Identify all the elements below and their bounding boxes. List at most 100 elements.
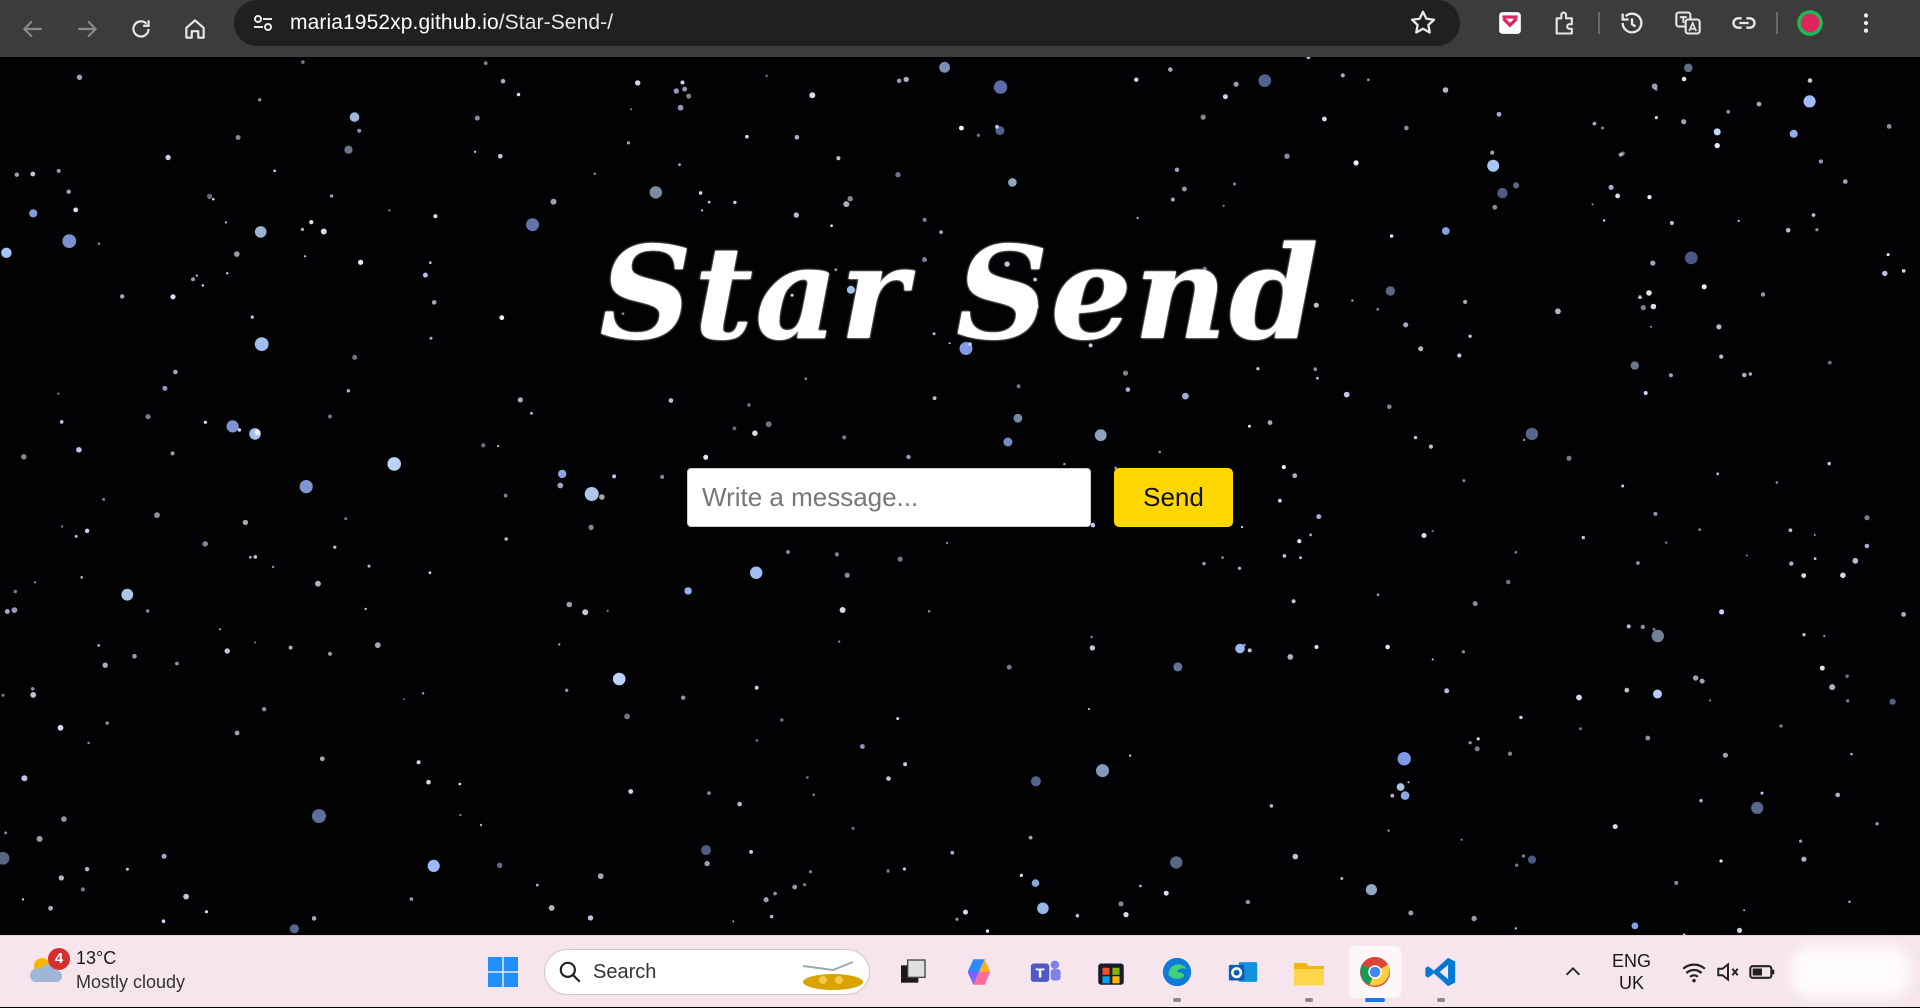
weather-widget[interactable]: 4 13°C Mostly cloudy: [26, 946, 185, 994]
star: [56, 168, 61, 173]
star: [1581, 535, 1586, 540]
microsoft-store-icon[interactable]: [1085, 946, 1137, 998]
star: [48, 905, 53, 911]
star: [1789, 561, 1794, 566]
star: [271, 565, 275, 569]
star: [1864, 515, 1870, 521]
star: [548, 905, 555, 911]
history-icon[interactable]: [1616, 7, 1648, 39]
star: [1852, 557, 1859, 564]
star: [1640, 624, 1646, 630]
copilot-icon[interactable]: [953, 946, 1005, 998]
clock-area[interactable]: [1790, 946, 1910, 998]
star: [834, 552, 840, 557]
star: [84, 867, 90, 872]
star: [1376, 593, 1380, 596]
star: [1827, 461, 1831, 466]
star: [74, 534, 78, 538]
star: [346, 389, 351, 393]
star: [955, 917, 959, 921]
star: [786, 550, 790, 554]
star: [459, 813, 462, 817]
battery-icon[interactable]: [1748, 958, 1776, 986]
task-view-icon[interactable]: [887, 946, 939, 998]
star: [132, 653, 137, 659]
edge-browser-icon[interactable]: [1151, 946, 1203, 1002]
toolbar-divider: [1776, 12, 1778, 34]
extensions-puzzle-icon[interactable]: [1550, 7, 1582, 39]
star: [1134, 77, 1139, 82]
taskbar-search[interactable]: Search: [544, 949, 870, 995]
chrome-icon[interactable]: [1349, 946, 1401, 1002]
star: [21, 454, 27, 460]
back-button[interactable]: [12, 8, 54, 50]
star: [1200, 114, 1206, 120]
star: [1522, 438, 1526, 442]
star: [1823, 634, 1826, 638]
star: [1514, 551, 1518, 554]
star: [344, 517, 348, 521]
star: [1281, 465, 1286, 470]
address-bar[interactable]: maria1952xp.github.io/Star-Send-/: [234, 0, 1460, 46]
star: [844, 572, 850, 578]
send-button[interactable]: Send: [1114, 468, 1233, 527]
star: [4, 831, 8, 835]
outlook-icon[interactable]: [1217, 946, 1269, 998]
teams-icon[interactable]: T: [1019, 946, 1071, 998]
vscode-icon[interactable]: [1415, 946, 1467, 1002]
star: [550, 198, 557, 205]
star: [102, 662, 108, 668]
star: [319, 756, 325, 762]
page-title: Star Send: [599, 219, 1321, 369]
star: [242, 519, 249, 526]
star: [1716, 472, 1720, 476]
message-input[interactable]: [687, 468, 1091, 527]
star: [804, 377, 807, 380]
bookmark-star-icon[interactable]: [1408, 8, 1438, 38]
star: [847, 196, 853, 202]
star: [1760, 791, 1764, 795]
site-info-icon[interactable]: [248, 8, 278, 38]
star: [1063, 462, 1066, 466]
start-windows-icon[interactable]: [477, 946, 529, 998]
star: [707, 200, 711, 204]
star: [536, 883, 539, 887]
forward-button[interactable]: [66, 8, 108, 50]
star: [1756, 101, 1762, 107]
star: [897, 556, 903, 562]
star: [701, 845, 711, 856]
star: [704, 860, 710, 867]
star: [1788, 528, 1793, 533]
language-indicator[interactable]: ENG UK: [1612, 950, 1651, 994]
wifi-icon[interactable]: [1680, 958, 1708, 986]
star: [851, 826, 855, 830]
star: [1096, 764, 1109, 778]
star: [1845, 674, 1849, 678]
star: [860, 744, 865, 749]
translate-icon[interactable]: [1672, 7, 1704, 39]
star: [1462, 479, 1466, 483]
star: [80, 887, 85, 892]
chevron-up-icon[interactable]: [1559, 958, 1587, 986]
star: [1292, 853, 1299, 860]
star: [1170, 856, 1183, 869]
star: [794, 135, 800, 140]
volume-muted-icon[interactable]: [1714, 958, 1742, 986]
star: [205, 910, 208, 914]
pocket-icon[interactable]: [1494, 7, 1526, 39]
file-explorer-icon[interactable]: [1283, 946, 1335, 1002]
star: [836, 156, 841, 161]
star: [1431, 529, 1434, 533]
star: [1291, 599, 1296, 604]
star: [253, 555, 258, 559]
star: [612, 672, 626, 686]
url-text[interactable]: maria1952xp.github.io/Star-Send-/: [290, 11, 613, 35]
home-button[interactable]: [174, 8, 216, 50]
menu-kebab-icon[interactable]: [1850, 7, 1882, 39]
star: [698, 191, 703, 195]
profile-avatar-icon[interactable]: [1794, 7, 1826, 39]
star: [1736, 927, 1743, 934]
star: [145, 609, 150, 613]
reload-button[interactable]: [120, 8, 162, 50]
link-icon[interactable]: [1728, 7, 1760, 39]
